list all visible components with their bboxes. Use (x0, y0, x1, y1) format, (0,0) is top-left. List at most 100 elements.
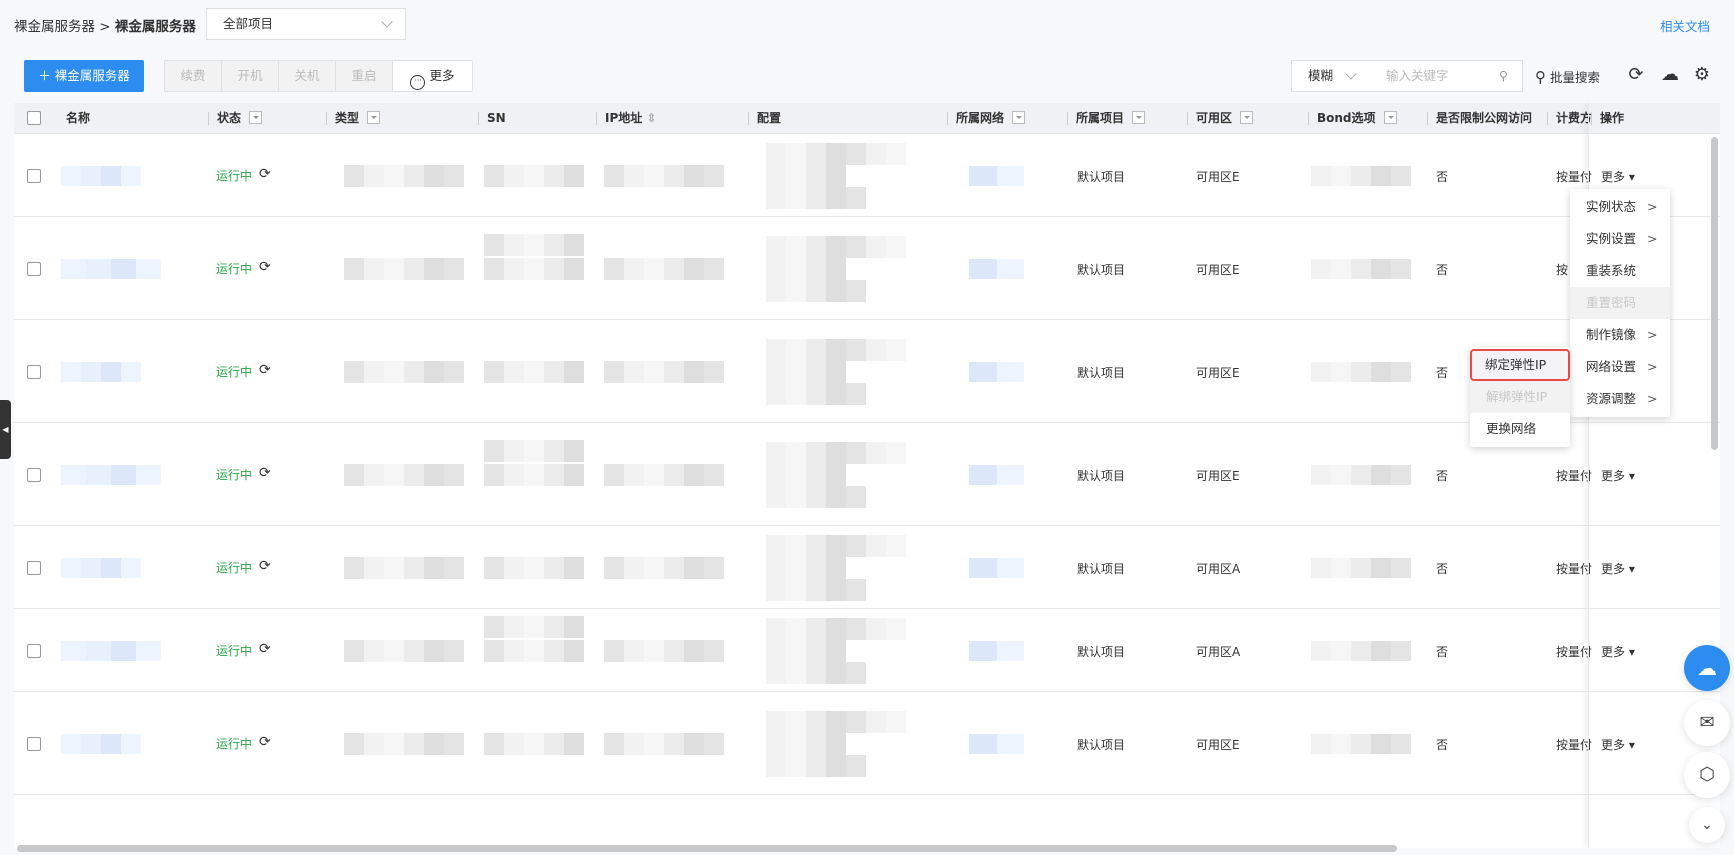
status-refresh-icon[interactable]: ⟳ (259, 465, 271, 481)
redacted-block (564, 257, 584, 280)
more-button[interactable]: ··· 更多 (393, 61, 472, 91)
redacted-block (806, 382, 826, 405)
power-on-button[interactable]: 开机 (222, 61, 279, 91)
row-checkbox[interactable] (27, 169, 41, 183)
search-mode-select[interactable]: 模糊 (1291, 60, 1372, 92)
docs-link[interactable]: 相关文档 (1660, 16, 1710, 35)
redacted-block (786, 187, 806, 209)
status-text: 运行中 (216, 169, 253, 183)
redacted-block (484, 233, 504, 256)
status-refresh-icon[interactable]: ⟳ (259, 362, 271, 378)
menu-item-label: 重置密码 (1586, 295, 1637, 310)
row-more-button[interactable]: 更多 ▾ (1601, 736, 1635, 753)
status-refresh-icon[interactable]: ⟳ (259, 734, 271, 750)
network-submenu-item[interactable]: 解绑弹性IP (1470, 381, 1570, 413)
redacted-block (1351, 733, 1371, 754)
action-menu-item[interactable]: 重置密码 (1570, 287, 1670, 319)
refresh-icon[interactable]: ⟳ (1625, 64, 1647, 86)
sidebar-toggle[interactable]: ◀ (0, 400, 11, 459)
action-menu-item[interactable]: 实例状态 > (1570, 191, 1670, 223)
row-checkbox[interactable] (27, 467, 41, 482)
column-header-label: 可用区 (1196, 111, 1233, 125)
new-server-button[interactable]: ＋ 裸金属服务器 (24, 60, 144, 92)
filter-dropdown-icon[interactable] (367, 111, 381, 124)
row-checkbox[interactable] (27, 261, 41, 276)
billing-text: 按量付 (1556, 644, 1593, 659)
redacted-block (806, 639, 826, 662)
filter-dropdown-icon[interactable] (249, 111, 263, 124)
row-checkbox[interactable] (27, 643, 41, 658)
action-menu-item[interactable]: 资源调整 > (1570, 383, 1670, 415)
renew-button[interactable]: 续费 (165, 61, 222, 91)
redacted-block (444, 556, 464, 579)
filter-dropdown-icon[interactable] (1132, 111, 1146, 124)
reboot-button[interactable]: 重启 (336, 61, 393, 91)
public-access-limit-text: 否 (1436, 468, 1449, 483)
row-checkbox[interactable] (27, 364, 41, 379)
redacted-block (766, 235, 786, 258)
row-checkbox[interactable] (27, 736, 41, 751)
redacted-block (344, 463, 364, 486)
collapse-down-icon[interactable]: ⌄ (1689, 807, 1725, 843)
search-icon: ⚲ (1498, 68, 1508, 83)
power-off-button[interactable]: 关机 (279, 61, 336, 91)
cloud-download-icon[interactable]: ☁ (1659, 64, 1681, 86)
status-refresh-icon[interactable]: ⟳ (259, 558, 271, 574)
redacted-block (806, 732, 826, 755)
network-submenu-item[interactable]: 绑定弹性IP (1470, 349, 1570, 381)
row-more-button[interactable]: 更多 ▾ (1601, 643, 1635, 660)
redacted-block (664, 257, 684, 280)
redacted-block (624, 639, 644, 662)
project-select[interactable]: 全部项目 (206, 8, 406, 40)
redacted-block (61, 361, 81, 382)
filter-dropdown-icon[interactable] (1012, 111, 1026, 124)
status-refresh-icon[interactable]: ⟳ (259, 641, 271, 657)
row-more-button[interactable]: 更多 ▾ (1601, 467, 1635, 484)
select-all-checkbox[interactable] (27, 111, 41, 125)
action-menu-item[interactable]: 制作镜像 > (1570, 319, 1670, 351)
action-menu-item[interactable]: 实例设置 > (1570, 223, 1670, 255)
row-more-label: 更多 (1601, 170, 1626, 184)
redacted-block (564, 165, 584, 187)
filter-dropdown-icon[interactable] (1383, 111, 1397, 124)
redacted-block (1371, 733, 1391, 754)
redacted-block (664, 639, 684, 662)
redacted-block (504, 463, 524, 486)
breadcrumb-parent[interactable]: 裸金属服务器 (14, 19, 95, 35)
row-more-button[interactable]: 更多 ▾ (1601, 560, 1635, 577)
redacted-block (504, 732, 524, 755)
action-menu-item[interactable]: 重装系统 (1570, 255, 1670, 287)
gear-icon[interactable]: ⚙ (1691, 64, 1713, 86)
menu-item-label: 网络设置 (1586, 359, 1637, 374)
chevron-right-icon: > (1647, 359, 1658, 374)
sort-icon[interactable]: ⇕ (642, 111, 656, 125)
package-box-icon[interactable]: ⬡ (1684, 752, 1730, 798)
redacted-block (1351, 166, 1371, 186)
search-input[interactable]: 输入关键字 ⚲ (1371, 60, 1523, 92)
redacted-block (111, 640, 136, 661)
table-row: 运行中 ⟳ 默认项目 可用区E 否 按量付 更多 ▾ (14, 135, 1720, 217)
redacted-block (1391, 640, 1411, 661)
redacted-block (504, 439, 524, 462)
row-more-button[interactable]: 更多 ▾ (1601, 168, 1635, 185)
redacted-block (684, 360, 704, 383)
row-checkbox[interactable] (27, 560, 41, 575)
network-submenu-item[interactable]: 更换网络 (1470, 413, 1570, 445)
column-header: 类型 (325, 103, 381, 134)
action-menu-item[interactable]: 网络设置 > (1570, 351, 1670, 383)
redacted-block (866, 441, 886, 464)
bulk-search-button[interactable]: ⚲ 批量搜索 (1535, 67, 1600, 86)
redacted-block (544, 639, 564, 662)
filter-dropdown-icon[interactable] (1240, 111, 1254, 124)
vertical-scrollbar[interactable] (1711, 137, 1718, 450)
assistant-icon[interactable]: ☁ (1684, 645, 1730, 691)
redacted-block (786, 754, 806, 777)
redacted-block (684, 556, 704, 579)
status-refresh-icon[interactable]: ⟳ (259, 166, 271, 182)
project-text: 默认项目 (1077, 737, 1126, 752)
redacted-block (826, 617, 846, 640)
message-inbox-icon[interactable]: ✉ (1684, 700, 1730, 746)
status-refresh-icon[interactable]: ⟳ (259, 259, 271, 275)
redacted-block (564, 463, 584, 486)
horizontal-scrollbar[interactable] (17, 845, 1397, 852)
